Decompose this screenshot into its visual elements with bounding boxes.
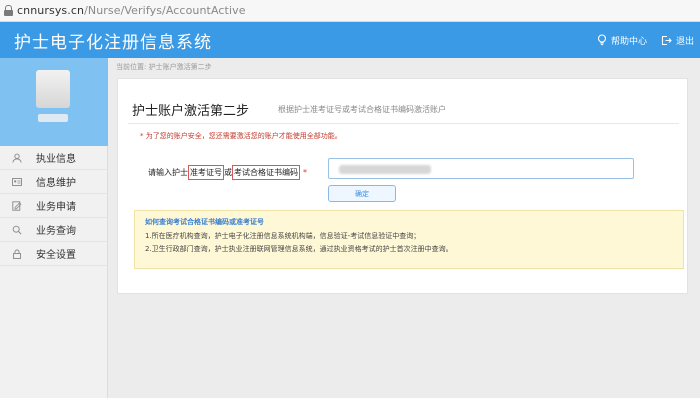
label-prefix: 请输入护士 [148, 168, 188, 177]
exam-number-label: 请输入护士 准考证号或考试合格证书编码 * [148, 165, 307, 180]
logout-icon [661, 35, 672, 45]
search-icon [12, 225, 22, 235]
sidebar-item-security-settings[interactable]: 安全设置 [0, 242, 107, 266]
url-text[interactable]: cnnursys.cn/Nurse/Verifys/AccountActive [17, 4, 246, 17]
profile-panel [0, 58, 108, 146]
activation-panel: 护士账户激活第二步 根据护士准考证号或考试合格证书编码激活账户 * 为了您的账户… [117, 78, 688, 294]
id-card-icon [12, 177, 22, 186]
sidebar-menu: 执业信息 信息维护 业务申请 业务查询 安全设置 [0, 146, 107, 266]
lock-icon [13, 249, 21, 259]
avatar [36, 70, 70, 108]
url-host: cnnursys.cn [17, 4, 85, 17]
app-title: 护士电子化注册信息系统 [14, 32, 212, 53]
help-box: 如何查询考试合格证书编码或准考证号 1.所在医疗机构查询，护士电子化注册信息系统… [134, 210, 684, 269]
sidebar-item-business-apply[interactable]: 业务申请 [0, 194, 107, 218]
help-title: 如何查询考试合格证书编码或准考证号 [145, 218, 264, 226]
logout-link[interactable]: 退出 [661, 34, 694, 47]
required-mark: * [303, 168, 307, 177]
sidebar-item-practice-info[interactable]: 执业信息 [0, 146, 107, 170]
help-line-2: 2.卫生行政部门查询，护士执业注册联网管理信息系统，通过执业资格考试的护士首次注… [145, 245, 453, 253]
security-notice: * 为了您的账户安全，您还需要激活您的账户才能使用全部功能。 [140, 132, 342, 140]
help-line-1: 1.所在医疗机构查询，护士电子化注册信息系统机构端，信息验证-考试信息验证中查询… [145, 232, 421, 240]
label-admission-number: 准考证号 [188, 165, 224, 180]
label-certificate-code: 考试合格证书编码 [232, 165, 300, 180]
sidebar-item-business-query[interactable]: 业务查询 [0, 218, 107, 242]
help-center-label: 帮助中心 [610, 36, 647, 47]
sidebar-item-label: 业务查询 [36, 226, 76, 237]
blurred-input-value [339, 165, 431, 174]
exam-number-input[interactable] [328, 158, 634, 179]
breadcrumb: 当前位置: 护士账户激活第二步 [116, 63, 212, 71]
sidebar-item-label: 安全设置 [36, 250, 76, 261]
label-or: 或 [224, 168, 232, 177]
sidebar-item-label: 执业信息 [36, 154, 76, 165]
confirm-button[interactable]: 确定 [328, 185, 396, 202]
help-center-link[interactable]: 帮助中心 [597, 34, 647, 47]
page-subtitle: 根据护士准考证号或考试合格证书编码激活账户 [278, 105, 446, 114]
user-name-blurred [38, 114, 68, 122]
header-actions: 帮助中心 退出 [583, 22, 694, 58]
title-divider [128, 123, 679, 124]
browser-address-bar[interactable]: cnnursys.cn/Nurse/Verifys/AccountActive [0, 0, 700, 22]
app-header: 护士电子化注册信息系统 帮助中心 退出 [0, 22, 700, 58]
sidebar-item-label: 信息维护 [36, 178, 76, 189]
url-path: /Nurse/Verifys/AccountActive [84, 4, 246, 17]
page-title: 护士账户激活第二步 [132, 104, 250, 119]
user-icon [12, 153, 22, 163]
sidebar-item-info-maintenance[interactable]: 信息维护 [0, 170, 107, 194]
lock-icon [4, 5, 13, 16]
lightbulb-icon [597, 34, 607, 46]
edit-doc-icon [12, 200, 22, 211]
sidebar-item-label: 业务申请 [36, 202, 76, 213]
sidebar: 执业信息 信息维护 业务申请 业务查询 安全设置 [0, 58, 108, 398]
logout-label: 退出 [675, 36, 694, 47]
